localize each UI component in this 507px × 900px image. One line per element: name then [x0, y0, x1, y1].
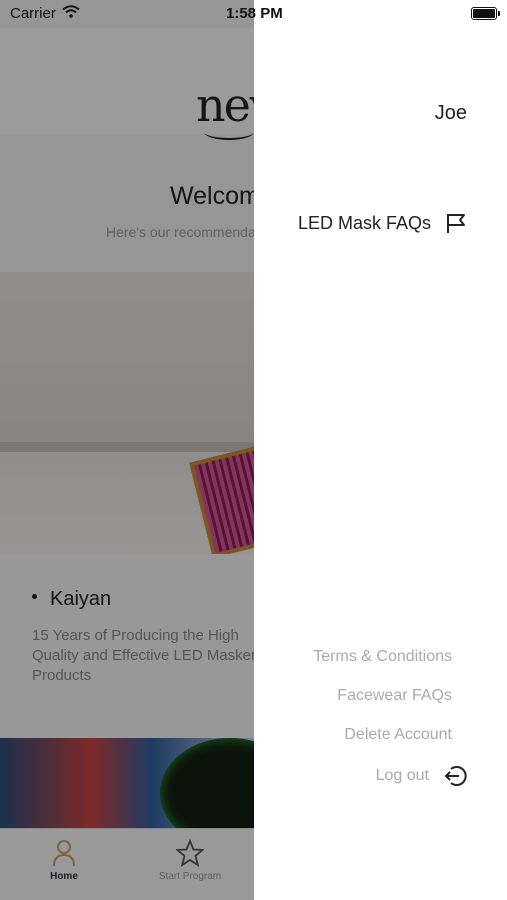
status-bar: Carrier 1:58 PM — [0, 0, 507, 28]
battery-icon — [471, 7, 500, 20]
logout-icon — [444, 766, 467, 786]
side-drawer: Joe LED Mask FAQs Terms & Conditions Fac… — [254, 0, 507, 900]
logout-label: Log out — [375, 767, 429, 784]
flag-icon — [447, 214, 465, 233]
logout-button[interactable]: Log out — [376, 764, 467, 788]
facewear-faqs-link[interactable]: Facewear FAQs — [337, 687, 452, 705]
drawer-dim-overlay[interactable] — [0, 0, 254, 900]
delete-account-link[interactable]: Delete Account — [344, 726, 452, 744]
wifi-icon — [62, 5, 80, 23]
clock: 1:58 PM — [226, 5, 283, 22]
menu-item-label: LED Mask FAQs — [297, 212, 431, 233]
carrier-label: Carrier — [10, 5, 56, 22]
terms-conditions-link[interactable]: Terms & Conditions — [313, 648, 452, 666]
user-name: Joe — [434, 102, 467, 124]
menu-item-led-mask-faqs[interactable]: LED Mask FAQs — [298, 212, 467, 234]
